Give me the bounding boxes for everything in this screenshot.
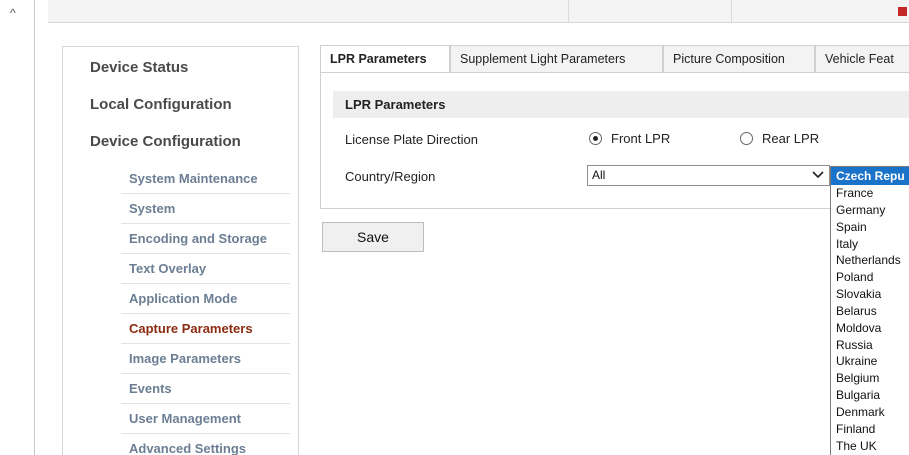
chevron-down-icon	[812, 171, 824, 179]
dropdown-option[interactable]: Poland	[831, 269, 909, 286]
dropdown-option[interactable]: Russia	[831, 337, 909, 354]
sidebar-item-local-configuration[interactable]: Local Configuration	[63, 86, 298, 123]
country-dropdown-list[interactable]: Czech Repu France Germany Spain Italy Netherl…	[830, 166, 909, 455]
dropdown-option[interactable]: Moldova	[831, 320, 909, 337]
sidebar-subitem-system[interactable]: System	[63, 194, 298, 224]
tab-bar: LPR Parameters Supplement Light Paramete…	[320, 45, 909, 73]
section-title: LPR Parameters	[333, 91, 909, 118]
sidebar-subitem-label: Image Parameters	[129, 351, 242, 366]
sidebar-subitem-label: Capture Parameters	[129, 321, 253, 336]
sidebar-item-device-configuration[interactable]: Device Configuration	[63, 123, 298, 160]
tab-lpr-parameters[interactable]: LPR Parameters	[320, 45, 450, 73]
top-bar-divider	[568, 0, 569, 23]
status-indicator	[898, 7, 907, 16]
plate-direction-label: License Plate Direction	[345, 132, 478, 147]
sidebar-subitem-label: Text Overlay	[129, 261, 207, 276]
gutter-divider	[34, 0, 35, 455]
radio-label: Front LPR	[611, 131, 671, 146]
sidebar-subitem-label: Application Mode	[129, 291, 238, 306]
sidebar-subitem-system-maintenance[interactable]: System Maintenance	[63, 164, 298, 194]
sidebar-nav: Device Status Local Configuration Device…	[62, 46, 299, 455]
select-value: All	[592, 168, 606, 182]
radio-label: Rear LPR	[762, 131, 820, 146]
dropdown-option[interactable]: Bulgaria	[831, 387, 909, 404]
dropdown-option[interactable]: Czech Repu	[831, 167, 909, 185]
save-button[interactable]: Save	[322, 222, 424, 252]
collapse-chevron-up-icon[interactable]: ^	[10, 6, 16, 20]
dropdown-option[interactable]: Belgium	[831, 370, 909, 387]
dropdown-option[interactable]: Slovakia	[831, 286, 909, 303]
dropdown-option[interactable]: Netherlands	[831, 252, 909, 269]
sidebar-subitem-label: Events	[129, 381, 172, 396]
radio-front-lpr[interactable]: Front LPR	[589, 131, 670, 146]
country-region-label: Country/Region	[345, 169, 436, 184]
sidebar-subitem-encoding-and-storage[interactable]: Encoding and Storage	[63, 224, 298, 254]
radio-rear-lpr[interactable]: Rear LPR	[740, 131, 819, 146]
dropdown-option[interactable]: Ukraine	[831, 353, 909, 370]
sidebar-subitem-label: System Maintenance	[129, 171, 258, 186]
plate-direction-group: Front LPR Rear LPR	[589, 131, 849, 147]
sidebar-item-device-status[interactable]: Device Status	[63, 49, 298, 86]
dropdown-option[interactable]: The UK	[831, 438, 909, 455]
radio-checked-icon	[589, 132, 602, 145]
sidebar-subitem-text-overlay[interactable]: Text Overlay	[63, 254, 298, 284]
dropdown-option[interactable]: France	[831, 185, 909, 202]
sidebar-subitem-user-management[interactable]: User Management	[63, 404, 298, 434]
dropdown-option[interactable]: Germany	[831, 202, 909, 219]
sidebar-subitem-label: Advanced Settings	[129, 441, 247, 455]
country-region-select[interactable]: All	[587, 165, 830, 186]
sidebar-subitem-label: Encoding and Storage	[129, 231, 267, 246]
sidebar-subitem-image-parameters[interactable]: Image Parameters	[63, 344, 298, 374]
sidebar-subitem-application-mode[interactable]: Application Mode	[63, 284, 298, 314]
sidebar-subitem-capture-parameters[interactable]: Capture Parameters	[63, 314, 298, 344]
tab-vehicle-feature[interactable]: Vehicle Feat	[815, 45, 909, 73]
lpr-parameters-panel: LPR Parameters License Plate Direction F…	[320, 72, 909, 209]
dropdown-option[interactable]: Belarus	[831, 303, 909, 320]
top-bar	[48, 0, 909, 23]
tab-supplement-light-parameters[interactable]: Supplement Light Parameters	[450, 45, 663, 73]
radio-unchecked-icon	[740, 132, 753, 145]
dropdown-option[interactable]: Spain	[831, 219, 909, 236]
dropdown-option[interactable]: Italy	[831, 236, 909, 253]
sidebar-subitem-label: User Management	[129, 411, 241, 426]
dropdown-option[interactable]: Finland	[831, 421, 909, 438]
sidebar-subitem-advanced-settings[interactable]: Advanced Settings	[63, 434, 298, 455]
sidebar-subitem-events[interactable]: Events	[63, 374, 298, 404]
sidebar-subitem-label: System	[129, 201, 176, 216]
dropdown-option[interactable]: Denmark	[831, 404, 909, 421]
tab-picture-composition[interactable]: Picture Composition	[663, 45, 815, 73]
top-bar-divider	[731, 0, 732, 23]
